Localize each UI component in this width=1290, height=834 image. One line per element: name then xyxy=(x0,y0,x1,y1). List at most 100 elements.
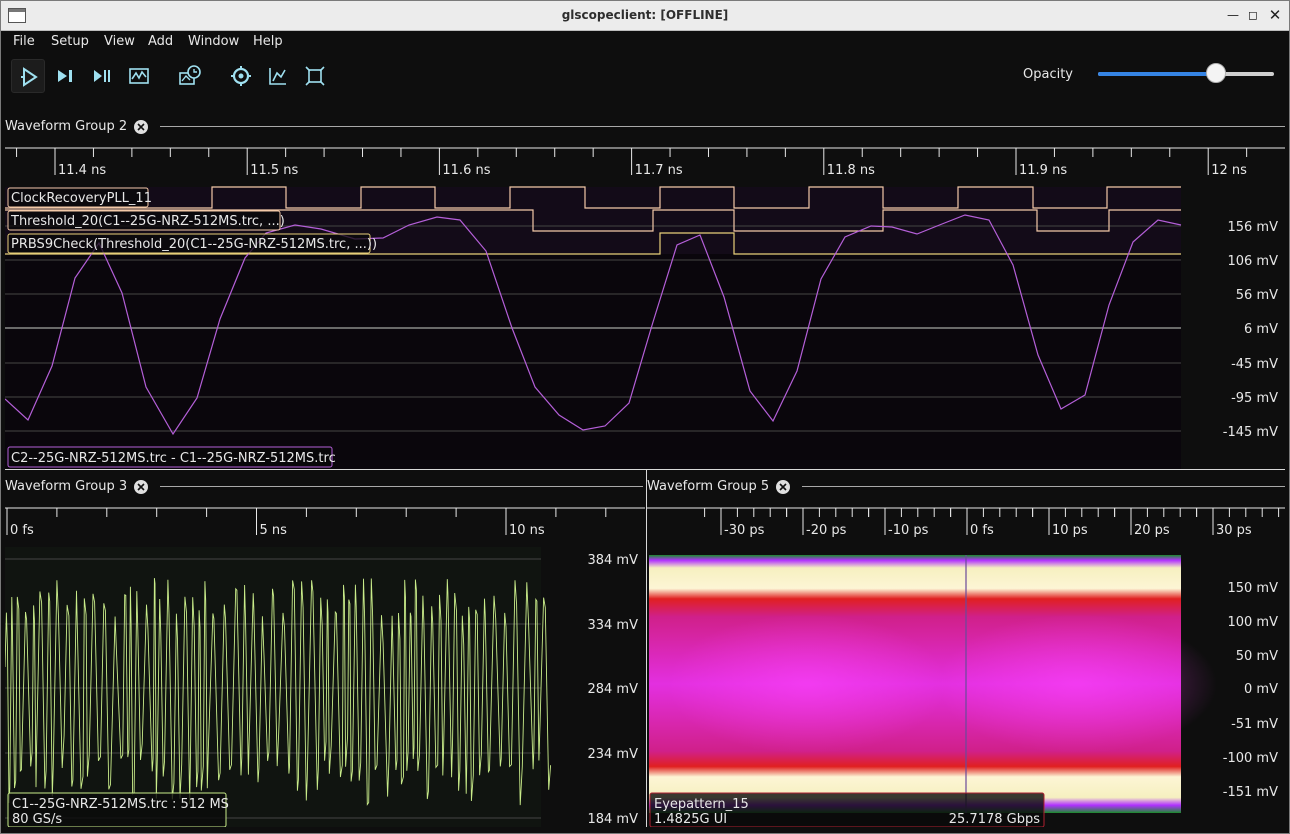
group-separator xyxy=(5,469,1285,470)
history-button[interactable] xyxy=(173,59,207,93)
title-bar: glscopeclient: [OFFLINE] — ◻ ✕ xyxy=(1,1,1289,31)
group-5-time-label: 0 fs xyxy=(970,523,994,538)
group-5-y-label: -151 mV xyxy=(1223,785,1278,800)
group-5-close-icon[interactable] xyxy=(775,479,791,495)
group-5-title: Waveform Group 5 xyxy=(647,479,770,494)
menu-add[interactable]: Add xyxy=(148,34,173,49)
opacity-slider-knob[interactable] xyxy=(1205,63,1226,83)
group-3-canvas[interactable]: 0 fs 5 ns 10 ns 384 mV 334 mV 284 mV 234 mV 184… xyxy=(5,507,645,827)
force-trigger-button[interactable] xyxy=(85,59,119,93)
group-3-close-icon[interactable] xyxy=(133,479,149,495)
group-3-header-line xyxy=(160,486,643,487)
group-3-time-label: 5 ns xyxy=(260,523,288,538)
group-3-title: Waveform Group 3 xyxy=(5,479,128,494)
step-icon xyxy=(58,70,72,82)
history-icon xyxy=(179,65,201,85)
group-3-time-label: 0 fs xyxy=(10,523,34,538)
group-2-y-label: 56 mV xyxy=(1236,288,1278,303)
play-icon xyxy=(21,67,38,87)
group-3-y-label: 234 mV xyxy=(587,747,638,762)
group-5-time-label: 20 ps xyxy=(1134,523,1170,538)
group-2-y-label: 156 mV xyxy=(1227,220,1278,235)
group-2-time-label: 11.4 ns xyxy=(58,163,106,178)
group-5-y-label: -100 mV xyxy=(1223,751,1278,766)
refresh-button[interactable] xyxy=(224,59,258,93)
analog-trace-label: C2--25G-NRZ-512MS.trc - C1--25G-NRZ-512M… xyxy=(11,451,336,466)
group-2-time-label: 11.7 ns xyxy=(635,163,683,178)
minimize-icon[interactable]: — xyxy=(1225,7,1241,23)
eye-opening-right xyxy=(937,614,1217,754)
fullscreen-button[interactable] xyxy=(261,59,295,93)
opacity-slider-fill xyxy=(1098,72,1216,76)
group-3-time-label: 10 ns xyxy=(509,523,545,538)
group-5-canvas[interactable]: -30 ps -20 ps -10 ps 0 fs 10 ps 20 ps 30 ps 150… xyxy=(647,507,1285,827)
toolbar: Opacity xyxy=(1,53,1289,99)
group-2-header: Waveform Group 2 xyxy=(5,114,1285,140)
close-icon[interactable]: ✕ xyxy=(1267,7,1283,23)
group-5-time-label: -10 ps xyxy=(888,523,929,538)
group-3-header: Waveform Group 3 xyxy=(5,474,643,500)
opacity-label: Opacity xyxy=(1023,67,1074,82)
window-title: glscopeclient: [OFFLINE] xyxy=(561,8,729,22)
menu-setup[interactable]: Setup xyxy=(51,34,89,49)
opacity-slider[interactable] xyxy=(1098,63,1274,83)
zoom-fit-button[interactable] xyxy=(298,59,332,93)
zoom-fit-icon xyxy=(305,66,325,86)
menu-file[interactable]: File xyxy=(13,34,35,49)
start-trigger-button[interactable] xyxy=(11,59,45,93)
menu-help[interactable]: Help xyxy=(253,34,283,49)
group-2-canvas[interactable]: 11.4 ns 11.5 ns 11.6 ns 11.7 ns 11.8 ns 11.9 … xyxy=(5,147,1285,469)
fullscreen-icon xyxy=(269,68,286,85)
group-5-time-label: -30 ps xyxy=(724,523,765,538)
group-3-plot-area[interactable] xyxy=(5,547,541,827)
app-window: glscopeclient: [OFFLINE] — ◻ ✕ File Setu… xyxy=(0,0,1290,834)
group-2-time-label: 12 ns xyxy=(1211,163,1247,178)
clock-recovery-label-group[interactable]: ClockRecoveryPLL_11 xyxy=(7,187,152,208)
group-2-y-label: 6 mV xyxy=(1244,322,1278,337)
group-2-y-label: -45 mV xyxy=(1231,357,1278,372)
waveform-group-5-panel[interactable]: -30 ps -20 ps -10 ps 0 fs 10 ps 20 ps 30 ps 150… xyxy=(647,507,1285,827)
group-3-y-label: 334 mV xyxy=(587,618,638,633)
group-3-y-label: 184 mV xyxy=(587,812,638,827)
threshold-label-group[interactable]: Threshold_20(C1--25G-NRZ-512MS.trc, ...) xyxy=(7,210,285,231)
group-5-time-label: 10 ps xyxy=(1052,523,1088,538)
eye-opening-left xyxy=(667,614,947,754)
single-trigger-button[interactable] xyxy=(48,59,82,93)
group-3-y-label: 384 mV xyxy=(587,553,638,568)
eye-ui-count: 1.4825G UI xyxy=(654,812,727,827)
eye-bit-rate: 25.7178 Gbps xyxy=(949,812,1040,827)
group-5-y-label: -51 mV xyxy=(1231,717,1278,732)
waveform-icon xyxy=(129,68,149,84)
eye-trace-label: Eyepattern_15 xyxy=(654,797,749,812)
force-icon xyxy=(94,70,110,82)
group-5-y-label: 100 mV xyxy=(1227,615,1278,630)
waveform-group-2-panel[interactable]: 11.4 ns 11.5 ns 11.6 ns 11.7 ns 11.8 ns 11.9 … xyxy=(5,147,1285,469)
group-5-header: Waveform Group 5 xyxy=(647,474,1285,500)
analog-trace-label-group[interactable]: C2--25G-NRZ-512MS.trc - C1--25G-NRZ-512M… xyxy=(7,446,336,468)
c1-trace-samplerate: 80 GS/s xyxy=(12,812,62,827)
group-2-y-label: -145 mV xyxy=(1223,425,1278,440)
group-5-y-label: 50 mV xyxy=(1236,649,1278,664)
group-2-time-label: 11.9 ns xyxy=(1019,163,1067,178)
group-2-y-label: -95 mV xyxy=(1231,391,1278,406)
c1-trace-label: C1--25G-NRZ-512MS.trc : 512 MS xyxy=(12,797,229,812)
menu-bar: File Setup View Add Window Help xyxy=(1,31,1289,53)
menu-view[interactable]: View xyxy=(104,34,135,49)
group-2-close-icon[interactable] xyxy=(133,119,149,135)
group-2-time-label: 11.5 ns xyxy=(250,163,298,178)
prbs9-check-label-group[interactable]: PRBS9Check(Threshold_20(C1--25G-NRZ-512M… xyxy=(7,233,377,254)
maximize-icon[interactable]: ◻ xyxy=(1245,7,1261,23)
stop-trigger-button[interactable] xyxy=(122,59,156,93)
eye-trace-label-group[interactable]: Eyepattern_151.4825G UI 25.7178 Gbps xyxy=(649,792,1045,827)
group-5-header-line xyxy=(802,486,1285,487)
waveform-group-3-panel[interactable]: 0 fs 5 ns 10 ns 384 mV 334 mV 284 mV 234 mV 184… xyxy=(5,507,645,827)
refresh-icon xyxy=(231,66,251,86)
prbs9-check-label: PRBS9Check(Threshold_20(C1--25G-NRZ-512M… xyxy=(11,237,377,252)
threshold-label: Threshold_20(C1--25G-NRZ-512MS.trc, ...) xyxy=(10,214,285,229)
group-5-time-label: -20 ps xyxy=(806,523,847,538)
menu-window[interactable]: Window xyxy=(188,34,239,49)
group-2-time-label: 11.6 ns xyxy=(442,163,490,178)
group-5-y-label: 0 mV xyxy=(1244,682,1278,697)
group-5-y-label: 150 mV xyxy=(1227,581,1278,596)
c1-trace-label-group[interactable]: C1--25G-NRZ-512MS.trc : 512 MS80 GS/s xyxy=(7,792,229,827)
